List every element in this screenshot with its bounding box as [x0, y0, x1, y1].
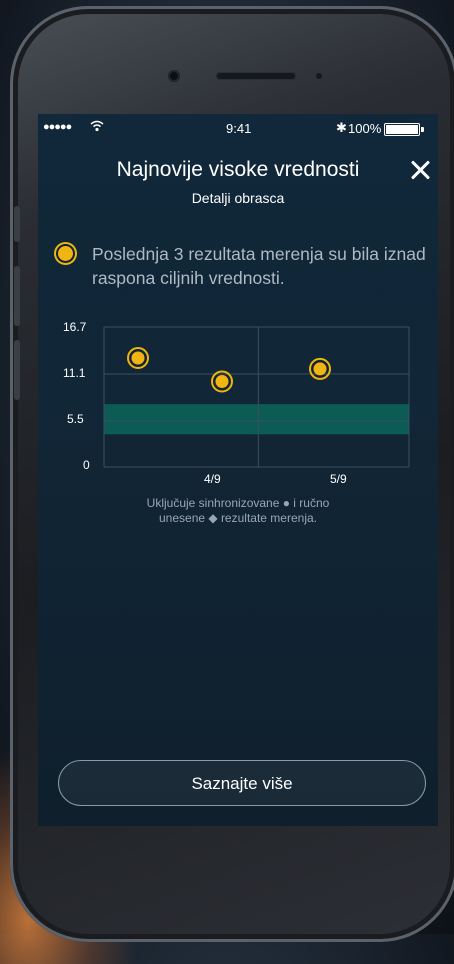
status-time: 9:41 — [226, 121, 252, 136]
page-subtitle: Detalji obrasca — [191, 190, 285, 206]
status-bar: ●●●●● 9:41 ✱ 100% — [38, 120, 438, 138]
battery-nub — [421, 127, 424, 132]
data-point — [215, 374, 229, 388]
pattern-message: Poslednja 3 rezultata merenja su bila iz… — [92, 244, 426, 288]
page-title: Najnovije visoke vrednosti — [116, 158, 360, 181]
learn-more-button[interactable]: Saznajte više — [58, 760, 426, 806]
chart-note-line: Uključuje sinhronizovane ● i ručno — [146, 496, 330, 510]
wifi-icon — [90, 120, 104, 135]
data-point — [313, 362, 327, 376]
chart-svg — [103, 326, 410, 468]
y-tick-label: 11.1 — [63, 366, 86, 380]
mute-switch — [14, 206, 20, 242]
volume-down-button — [14, 340, 20, 400]
chart-note: Uključuje sinhronizovane ● i ručno unese… — [98, 496, 378, 526]
close-icon[interactable] — [406, 156, 434, 184]
y-tick-label: 16.7 — [63, 320, 87, 334]
app-screen: ●●●●● 9:41 ✱ 100% Najnovije visoke vredn… — [38, 114, 438, 826]
proximity-sensor — [316, 73, 322, 79]
volume-up-button — [14, 266, 20, 326]
y-tick-label: 5.5 — [67, 412, 84, 426]
x-tick-label: 4/9 — [204, 472, 221, 486]
battery-percent: 100% — [348, 121, 382, 136]
high-value-dot-icon — [58, 246, 73, 261]
chart-note-line: unesene ◆ rezultate merenja. — [159, 511, 317, 525]
target-range-band — [104, 404, 409, 435]
signal-icon: ●●●●● — [43, 121, 72, 133]
x-tick-label: 5/9 — [330, 472, 347, 486]
front-camera — [168, 70, 180, 82]
bluetooth-icon: ✱ — [336, 120, 347, 135]
earpiece-speaker — [216, 72, 296, 80]
battery-icon — [384, 123, 420, 136]
data-point — [131, 351, 145, 365]
home-button[interactable] — [192, 870, 282, 914]
y-tick-label: 0 — [83, 458, 90, 472]
